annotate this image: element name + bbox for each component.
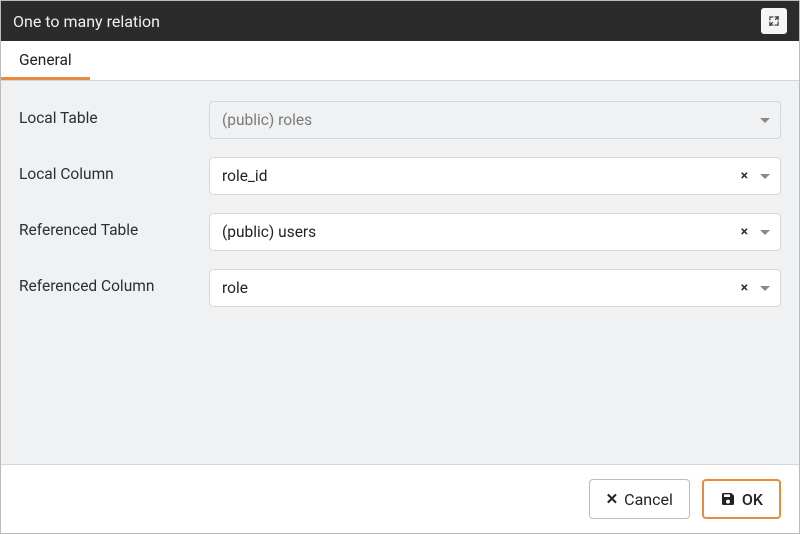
- chevron-down-icon: [760, 230, 770, 235]
- dialog: One to many relation General Local Table…: [0, 0, 800, 534]
- row-referenced-column: Referenced Column role ×: [19, 269, 781, 307]
- row-local-column: Local Column role_id ×: [19, 157, 781, 195]
- clear-icon[interactable]: ×: [733, 169, 756, 183]
- tab-bar: General: [1, 41, 799, 81]
- control-referenced-column: role ×: [209, 269, 781, 307]
- row-referenced-table: Referenced Table (public) users ×: [19, 213, 781, 251]
- cancel-button[interactable]: ✕ Cancel: [589, 479, 690, 519]
- titlebar: One to many relation: [1, 1, 799, 41]
- save-icon: [720, 491, 736, 507]
- tab-general[interactable]: General: [1, 41, 90, 80]
- clear-icon[interactable]: ×: [733, 225, 756, 239]
- ok-label: OK: [742, 490, 763, 509]
- chevron-down-icon: [760, 286, 770, 291]
- referenced-column-value: role: [222, 279, 733, 297]
- expand-button[interactable]: [761, 8, 787, 34]
- label-referenced-column: Referenced Column: [19, 269, 209, 295]
- cancel-label: Cancel: [624, 490, 673, 509]
- close-icon: ✕: [606, 490, 619, 508]
- dialog-title: One to many relation: [13, 12, 160, 31]
- referenced-column-select[interactable]: role ×: [209, 269, 781, 307]
- local-table-select[interactable]: (public) roles: [209, 101, 781, 139]
- tab-label: General: [19, 51, 72, 69]
- local-table-value: (public) roles: [222, 111, 756, 129]
- ok-button[interactable]: OK: [702, 479, 781, 519]
- form-area: Local Table (public) roles Local Column …: [1, 81, 799, 465]
- dialog-footer: ✕ Cancel OK: [1, 465, 799, 533]
- row-local-table: Local Table (public) roles: [19, 101, 781, 139]
- local-column-select[interactable]: role_id ×: [209, 157, 781, 195]
- control-local-table: (public) roles: [209, 101, 781, 139]
- referenced-table-value: (public) users: [222, 223, 733, 241]
- local-column-value: role_id: [222, 167, 733, 185]
- label-local-table: Local Table: [19, 101, 209, 127]
- control-local-column: role_id ×: [209, 157, 781, 195]
- chevron-down-icon: [760, 174, 770, 179]
- clear-icon[interactable]: ×: [733, 281, 756, 295]
- referenced-table-select[interactable]: (public) users ×: [209, 213, 781, 251]
- chevron-down-icon: [760, 118, 770, 123]
- label-referenced-table: Referenced Table: [19, 213, 209, 239]
- control-referenced-table: (public) users ×: [209, 213, 781, 251]
- label-local-column: Local Column: [19, 157, 209, 183]
- expand-icon: [767, 14, 781, 28]
